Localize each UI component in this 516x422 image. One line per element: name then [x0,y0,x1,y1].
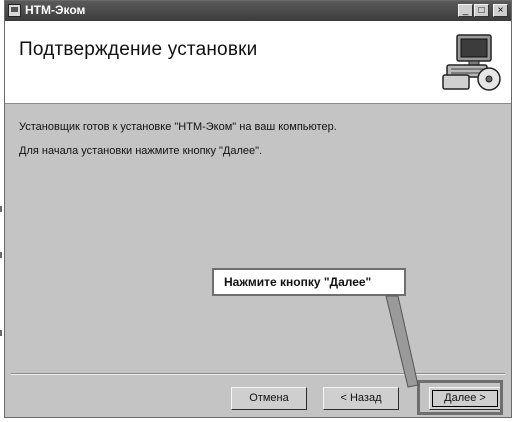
computer-install-icon [442,34,501,91]
close-button[interactable]: × [493,4,508,17]
ready-message: Установщик готов к установке "НТМ-Эком" … [19,121,337,133]
installer-window: НТМ-Эком _ □ × Подтверждение установки У… [4,0,512,418]
instruction-message: Для начала установки нажмите кнопку "Дал… [19,145,263,157]
edge-mark [0,206,2,212]
page-title: Подтверждение установки [19,39,258,60]
edge-mark [0,252,2,258]
app-icon [8,4,21,17]
minimize-button[interactable]: _ [458,4,473,17]
maximize-button[interactable]: □ [474,4,489,17]
tutorial-callout: Нажмите кнопку "Далее" [212,268,406,296]
window-title: НТМ-Эком [25,3,86,17]
title-bar[interactable]: НТМ-Эком _ □ × [5,1,511,21]
header-panel: Подтверждение установки [5,21,511,104]
next-button-highlight [417,380,503,415]
back-button[interactable]: < Назад [323,387,399,410]
footer-divider [11,373,505,375]
edge-mark [0,330,2,336]
cancel-button[interactable]: Отмена [231,387,307,410]
